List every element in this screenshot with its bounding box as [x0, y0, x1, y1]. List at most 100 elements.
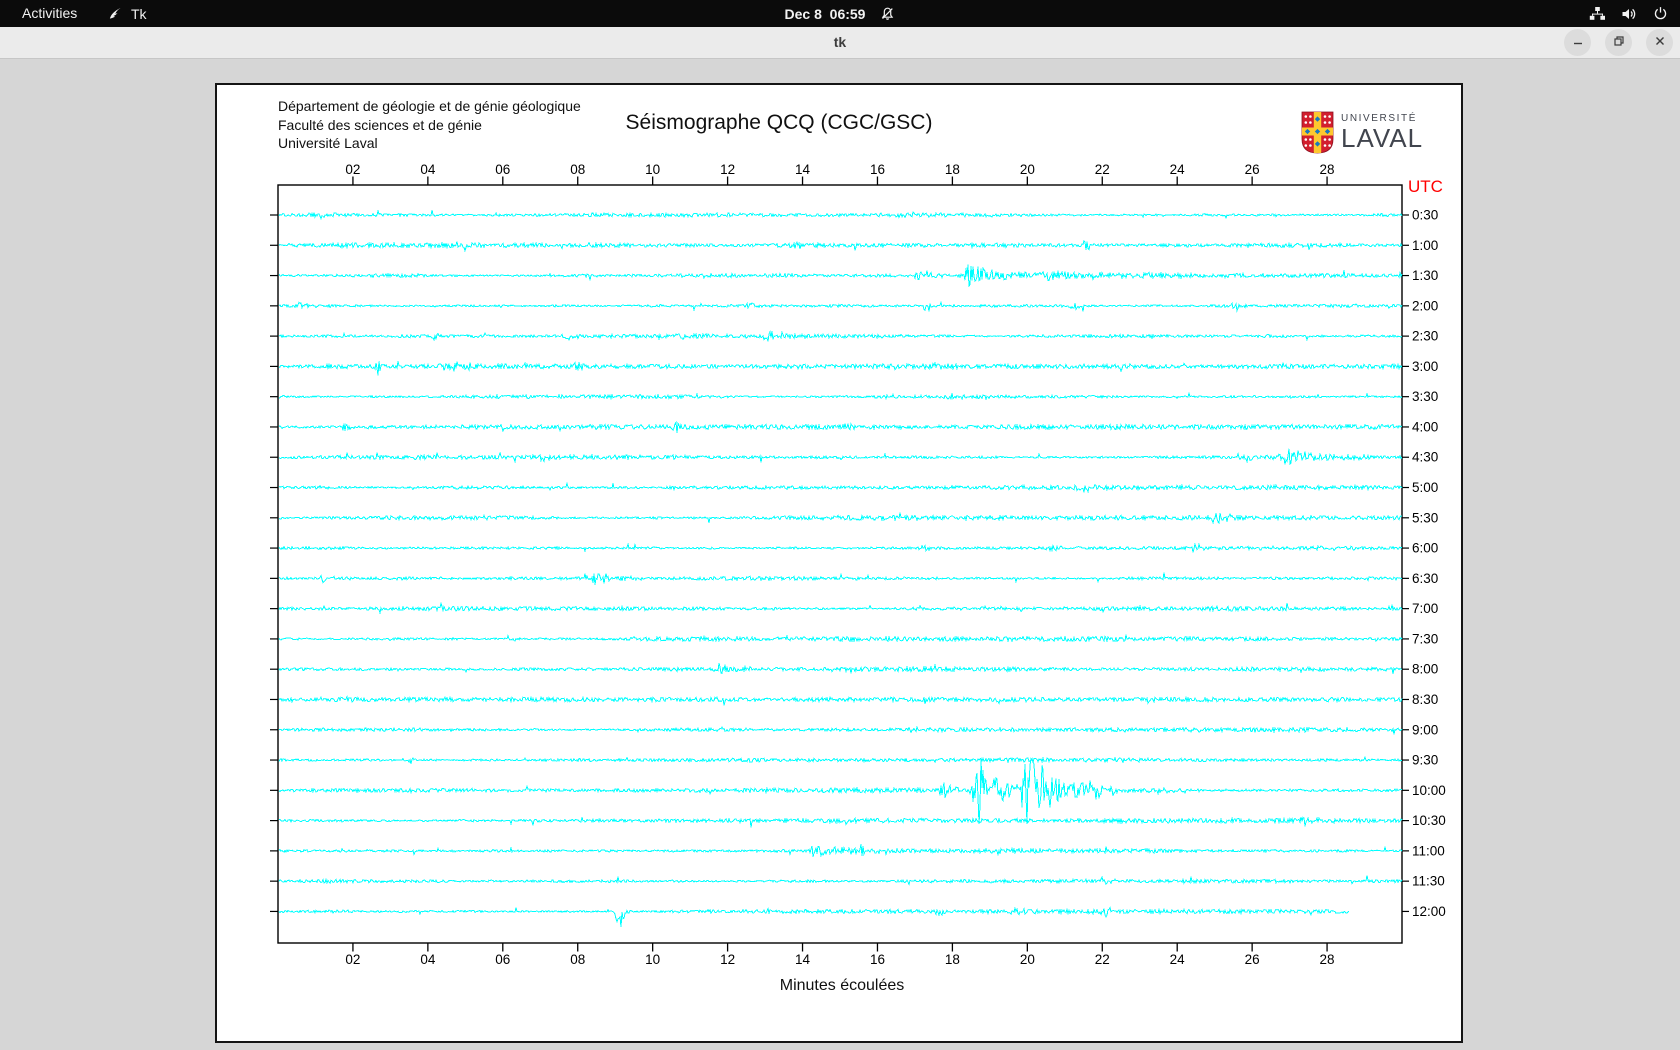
time-label: 10:30 — [1412, 813, 1446, 828]
volume-icon — [1621, 6, 1638, 22]
time-label: 2:00 — [1412, 298, 1438, 313]
seismogram-canvas: Département de géologie et de génie géol… — [215, 83, 1463, 1043]
x-tick-label-top: 24 — [1170, 162, 1186, 177]
restore-icon — [1613, 34, 1625, 52]
x-tick-label-bottom: 22 — [1095, 952, 1110, 967]
x-tick-label-top: 02 — [345, 162, 360, 177]
time-label: 11:30 — [1412, 874, 1445, 889]
seismo-trace-9:00 — [279, 727, 1402, 734]
time-label: 8:00 — [1412, 662, 1438, 677]
minimize-icon — [1572, 34, 1584, 52]
x-tick-label-top: 18 — [945, 162, 960, 177]
time-label: 1:00 — [1412, 238, 1438, 253]
close-button[interactable] — [1646, 29, 1673, 56]
restore-button[interactable] — [1605, 29, 1632, 56]
helicorder-plot: 0202040406060808101012121414161618182020… — [217, 85, 1461, 1041]
time-label: 3:00 — [1412, 359, 1438, 374]
x-tick-label-top: 10 — [645, 162, 660, 177]
x-tick-label-bottom: 12 — [720, 952, 735, 967]
clock-text: Dec 8 06:59 — [785, 6, 866, 22]
time-label: 3:30 — [1412, 389, 1438, 404]
time-label: 7:00 — [1412, 601, 1438, 616]
x-tick-label-bottom: 04 — [420, 952, 436, 967]
time-label: 9:30 — [1412, 753, 1438, 768]
time-label: 5:00 — [1412, 480, 1438, 495]
seismo-trace-10:00 — [279, 759, 1402, 824]
x-tick-label-top: 14 — [795, 162, 811, 177]
tk-app-indicator[interactable]: Tk — [108, 3, 147, 24]
seismo-trace-2:30 — [279, 331, 1402, 341]
seismo-trace-12:00 — [279, 908, 1349, 928]
time-label: 9:00 — [1412, 722, 1438, 737]
seismo-trace-4:30 — [279, 449, 1402, 465]
x-tick-label-top: 22 — [1095, 162, 1110, 177]
seismo-trace-11:30 — [279, 876, 1402, 885]
time-label: 4:00 — [1412, 419, 1438, 434]
seismo-trace-3:30 — [279, 393, 1402, 399]
gnome-top-bar: Activities Tk Dec 8 06:59 — [0, 0, 1680, 27]
seismo-trace-11:00 — [279, 844, 1402, 857]
x-tick-label-top: 28 — [1320, 162, 1335, 177]
x-tick-label-top: 08 — [570, 162, 585, 177]
time-label: 2:30 — [1412, 329, 1438, 344]
network-wired-icon — [1589, 6, 1606, 21]
seismo-trace-5:00 — [279, 483, 1402, 492]
x-tick-label-top: 20 — [1020, 162, 1035, 177]
time-label: 1:30 — [1412, 268, 1438, 283]
time-label: 6:30 — [1412, 571, 1438, 586]
window-title: tk — [0, 27, 1680, 58]
seismo-trace-6:00 — [279, 544, 1402, 552]
x-tick-label-bottom: 26 — [1245, 952, 1260, 967]
power-icon — [1653, 6, 1668, 21]
minimize-button[interactable] — [1564, 29, 1591, 56]
x-tick-label-bottom: 28 — [1320, 952, 1335, 967]
time-label: 12:00 — [1412, 904, 1446, 919]
clock-button[interactable]: Dec 8 06:59 — [785, 3, 896, 24]
seismo-trace-10:30 — [279, 817, 1402, 827]
close-icon — [1654, 34, 1666, 52]
time-label: 11:00 — [1412, 843, 1445, 858]
x-tick-label-bottom: 06 — [495, 952, 510, 967]
x-axis-title: Minutes écoulées — [780, 977, 905, 995]
tk-app-label: Tk — [131, 6, 147, 22]
seismo-trace-8:00 — [279, 663, 1402, 674]
seismo-trace-4:00 — [279, 422, 1402, 433]
seismo-trace-5:30 — [279, 513, 1402, 523]
tk-window-content: Département de géologie et de génie géol… — [0, 59, 1680, 1050]
seismo-trace-6:30 — [279, 572, 1402, 584]
seismo-trace-1:30 — [279, 265, 1402, 286]
tk-feather-icon — [108, 6, 123, 21]
seismo-trace-9:30 — [279, 757, 1402, 764]
seismo-trace-7:00 — [279, 603, 1402, 613]
seismo-trace-0:30 — [279, 210, 1402, 219]
x-tick-label-top: 06 — [495, 162, 510, 177]
time-label: 7:30 — [1412, 631, 1438, 646]
x-tick-label-top: 26 — [1245, 162, 1260, 177]
time-label: 8:30 — [1412, 692, 1438, 707]
seismo-trace-7:30 — [279, 635, 1402, 642]
bell-muted-icon — [879, 6, 895, 22]
x-tick-label-bottom: 24 — [1170, 952, 1186, 967]
x-tick-label-bottom: 10 — [645, 952, 660, 967]
x-tick-label-bottom: 02 — [345, 952, 360, 967]
time-label: 4:30 — [1412, 450, 1438, 465]
seismo-trace-3:00 — [279, 361, 1402, 375]
window-titlebar[interactable]: tk — [0, 27, 1680, 59]
x-tick-label-bottom: 18 — [945, 952, 960, 967]
time-label: 0:30 — [1412, 208, 1438, 223]
time-label: 10:00 — [1412, 783, 1446, 798]
x-tick-label-bottom: 14 — [795, 952, 811, 967]
plot-border — [278, 185, 1402, 943]
x-tick-label-bottom: 20 — [1020, 952, 1035, 967]
x-tick-label-bottom: 08 — [570, 952, 585, 967]
seismo-trace-8:30 — [279, 697, 1402, 706]
seismo-trace-1:00 — [279, 241, 1402, 251]
x-tick-label-top: 12 — [720, 162, 735, 177]
utc-label: UTC — [1408, 177, 1443, 196]
x-tick-label-top: 16 — [870, 162, 885, 177]
activities-button[interactable]: Activities — [12, 3, 87, 24]
system-menu-button[interactable] — [1589, 3, 1668, 24]
time-label: 5:30 — [1412, 510, 1438, 525]
time-label: 6:00 — [1412, 541, 1438, 556]
seismo-trace-2:00 — [279, 302, 1402, 311]
